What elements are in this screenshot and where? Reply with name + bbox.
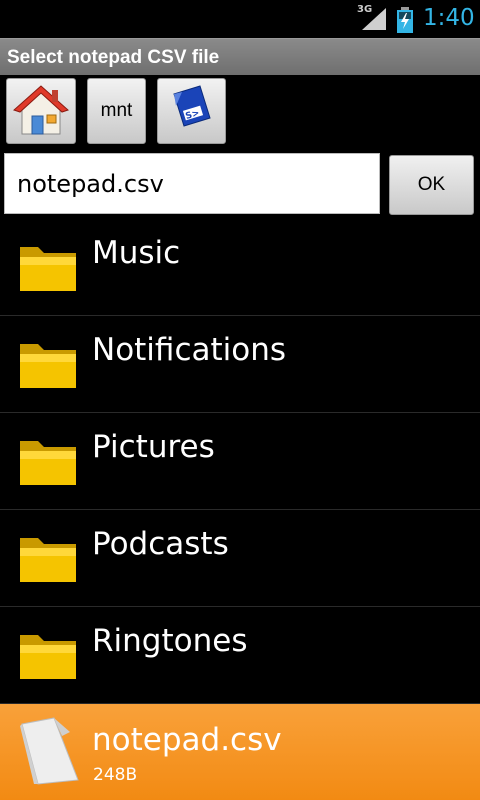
folder-icon bbox=[20, 635, 76, 679]
sd-card-icon: S> bbox=[172, 85, 211, 127]
list-item-label: Podcasts bbox=[92, 526, 229, 562]
list-item-music[interactable]: Music bbox=[0, 219, 480, 316]
signal-icon bbox=[362, 8, 386, 30]
dialog-title: Select notepad CSV file bbox=[7, 47, 220, 68]
folder-icon bbox=[20, 247, 76, 291]
list-item-pictures[interactable]: Pictures bbox=[0, 413, 480, 510]
file-icon bbox=[20, 717, 79, 785]
file-size: 248B bbox=[93, 765, 138, 785]
status-bar: 3G 1:40 bbox=[0, 0, 480, 38]
home-icon bbox=[13, 85, 69, 135]
battery-charging-icon bbox=[397, 7, 413, 33]
list-item-label: notepad.csv bbox=[92, 722, 282, 758]
folder-icon bbox=[20, 441, 76, 485]
folder-icon bbox=[20, 538, 76, 582]
mnt-path-button[interactable]: mnt bbox=[87, 78, 146, 144]
list-item-label: Notifications bbox=[92, 332, 287, 368]
folder-icon bbox=[20, 344, 76, 388]
list-item-label: Music bbox=[92, 235, 181, 271]
list-item-ringtones[interactable]: Ringtones bbox=[0, 607, 480, 704]
list-item-notifications[interactable]: Notifications bbox=[0, 316, 480, 413]
clock: 1:40 bbox=[423, 5, 475, 31]
sdcard-path-button[interactable]: S> bbox=[157, 78, 226, 144]
list-item-label: Ringtones bbox=[92, 623, 248, 659]
list-item-notepad-csv[interactable]: notepad.csv 248B bbox=[0, 704, 480, 800]
ok-button[interactable]: OK bbox=[389, 155, 474, 215]
dialog-title-bar: Select notepad CSV file bbox=[0, 38, 480, 75]
home-button[interactable] bbox=[6, 78, 76, 144]
list-item-label: Pictures bbox=[92, 429, 215, 465]
list-item-podcasts[interactable]: Podcasts bbox=[0, 510, 480, 607]
filename-input[interactable] bbox=[4, 153, 380, 214]
path-toolbar: mnt S> bbox=[0, 75, 480, 150]
